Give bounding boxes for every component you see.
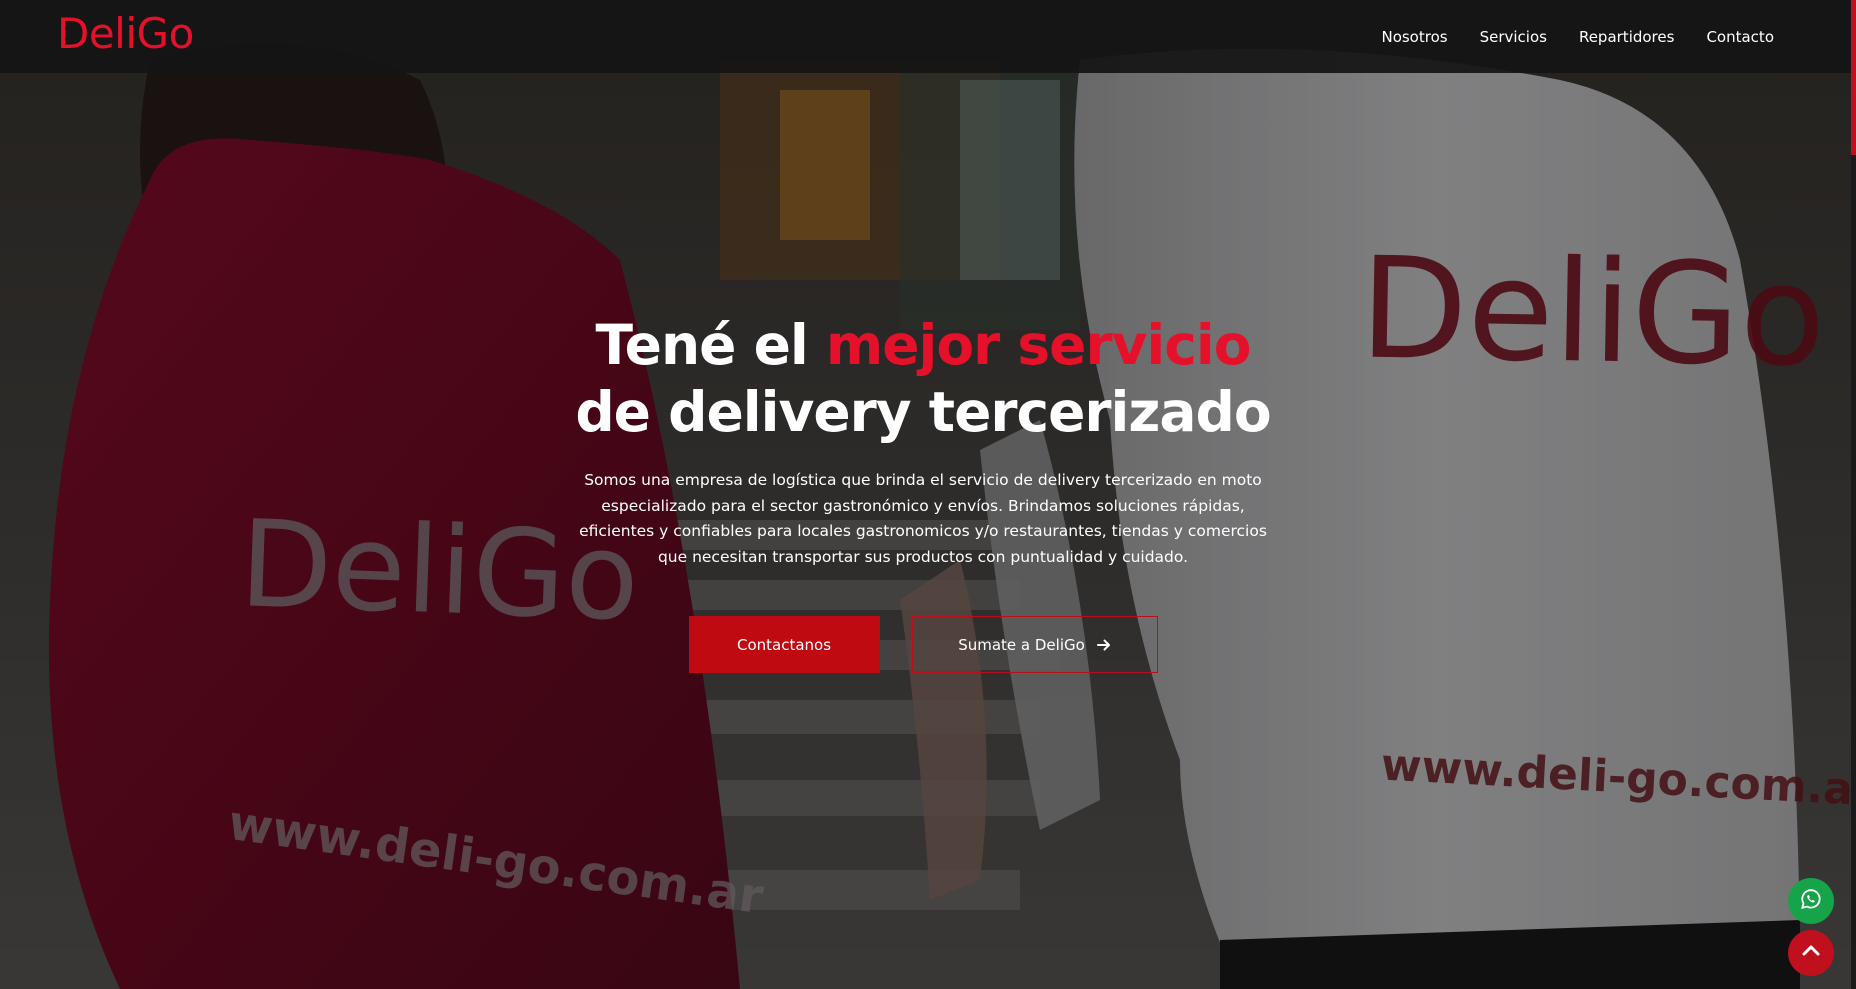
join-deligo-button-label: Sumate a DeliGo [958, 635, 1085, 654]
main-nav: Nosotros Servicios Repartidores Contacto [1349, 0, 1774, 73]
chevron-up-icon [1800, 940, 1822, 966]
whatsapp-icon [1799, 887, 1823, 915]
hero-description: Somos una empresa de logística que brind… [579, 471, 1267, 566]
contact-button-label: Contactanos [736, 635, 832, 654]
nav-item-servicios[interactable]: Servicios [1480, 28, 1547, 46]
page-scrollbar[interactable] [1851, 0, 1856, 989]
hero-title-accent: mejor servicio [825, 313, 1252, 377]
join-deligo-button[interactable]: Sumate a DeliGo [911, 616, 1158, 673]
page-scrollbar-thumb[interactable] [1851, 0, 1856, 155]
hero-section: Tené el mejor servicio de delivery terce… [0, 312, 1846, 673]
nav-item-repartidores[interactable]: Repartidores [1579, 28, 1675, 46]
hero-title: Tené el mejor servicio de delivery terce… [0, 312, 1846, 446]
hero-actions: Contactanos Sumate a DeliGo [0, 616, 1846, 673]
landing-page: DeliGo www.deli-go.com.ar DeliGo www.del… [0, 0, 1856, 989]
nav-item-nosotros[interactable]: Nosotros [1381, 28, 1447, 46]
navbar: DeliGo Nosotros Servicios Repartidores C… [0, 0, 1851, 73]
hero-title-prefix: Tené el [595, 313, 808, 377]
back-to-top-button[interactable] [1788, 930, 1834, 976]
hero-title-line2: de delivery tercerizado [575, 380, 1271, 444]
whatsapp-button[interactable] [1788, 878, 1834, 924]
arrow-right-icon [1096, 639, 1111, 651]
nav-item-contacto[interactable]: Contacto [1706, 28, 1774, 46]
brand-logo[interactable]: DeliGo [57, 9, 194, 59]
contact-button[interactable]: Contactanos [688, 616, 880, 673]
